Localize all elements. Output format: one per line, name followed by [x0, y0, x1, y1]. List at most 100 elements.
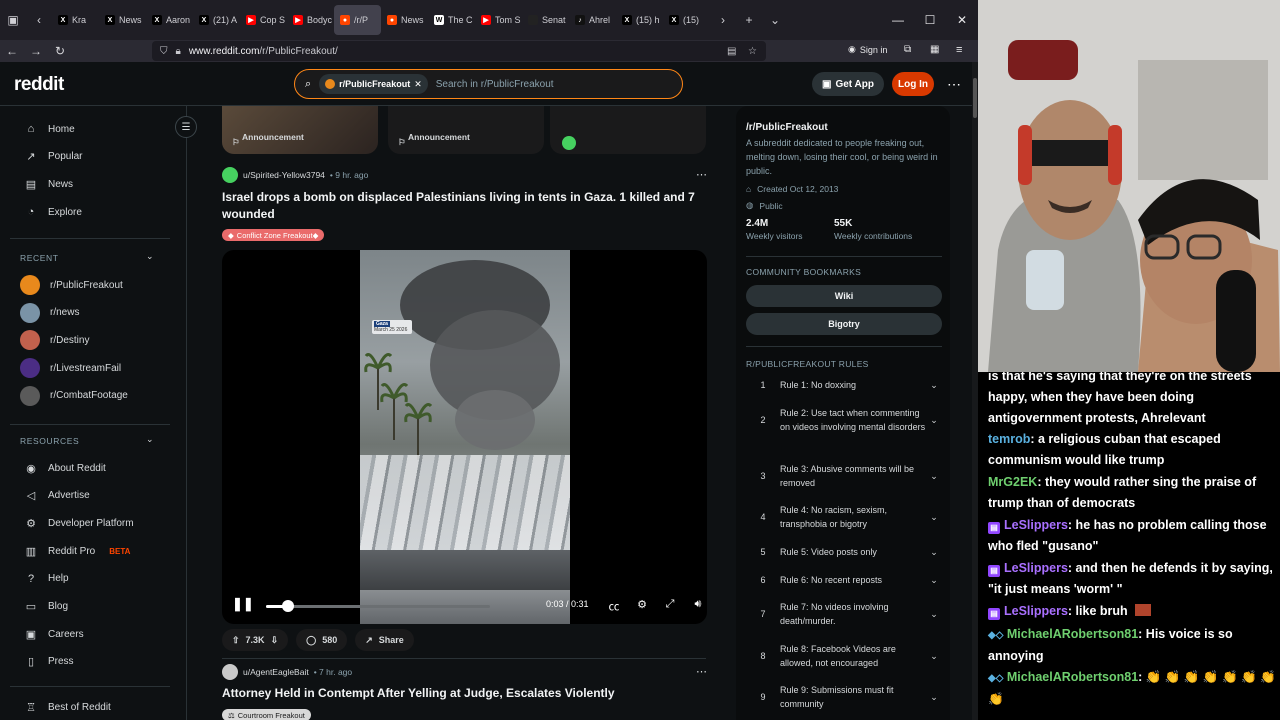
rule-item[interactable]: 9 Rule 9: Submissions must fit community ⌄: [746, 683, 942, 711]
expand-chevron-icon[interactable]: ⌄: [926, 607, 942, 621]
post-author[interactable]: u/Spirited-Yellow3794: [243, 170, 325, 180]
post-flair[interactable]: ⚖ Courtroom Freakout: [222, 709, 311, 720]
sidebar-item-best-of-reddit[interactable]: ♖ Best of Reddit: [24, 696, 111, 718]
rule-item[interactable]: 6 Rule 6: No recent reposts ⌄: [746, 573, 942, 587]
rule-item[interactable]: 3 Rule 3: Abusive comments will be remove…: [746, 462, 942, 490]
list-tabs-icon[interactable]: ⌄: [762, 5, 788, 35]
browser-tab[interactable]: ▶ Tom S: [475, 5, 522, 35]
expand-chevron-icon[interactable]: ⌄: [926, 378, 942, 392]
addon-icon[interactable]: ▦: [930, 44, 939, 55]
seek-bar[interactable]: [266, 600, 490, 612]
resource-item[interactable]: ? Help: [24, 568, 69, 590]
share-button[interactable]: ↗ Share: [355, 629, 414, 651]
reddit-logo[interactable]: reddit: [14, 74, 64, 96]
sidebar-item-home[interactable]: ⌂ Home: [24, 118, 75, 140]
collapse-sidebar-icon[interactable]: ☰: [175, 116, 197, 138]
resource-item[interactable]: ▯ Press: [24, 651, 74, 673]
browser-tab[interactable]: ● News: [381, 5, 428, 35]
extensions-icon[interactable]: ⧉: [904, 44, 911, 55]
post-options-icon[interactable]: ⋯: [696, 665, 707, 678]
recent-community-item[interactable]: r/PublicFreakout: [20, 274, 123, 296]
chat-username[interactable]: MichaelARobertson81: [1007, 627, 1138, 641]
fullscreen-icon[interactable]: ⤢: [662, 598, 678, 611]
browser-tab[interactable]: X (21) A: [193, 5, 240, 35]
browser-tab[interactable]: X (15) h: [616, 5, 663, 35]
rule-item[interactable]: 8 Rule 8: Facebook Videos are allowed, no…: [746, 642, 942, 670]
more-options-icon[interactable]: ⋯: [944, 72, 964, 96]
browser-tab[interactable]: ▶ Bodyc: [287, 5, 334, 35]
downvote-icon[interactable]: ⇩: [271, 635, 279, 646]
post-title[interactable]: Israel drops a bomb on displaced Palesti…: [222, 189, 702, 223]
announcement-card[interactable]: ⚐ Announcement: [388, 106, 544, 154]
rule-item[interactable]: 5 Rule 5: Video posts only ⌄: [746, 545, 942, 559]
back-icon[interactable]: ←: [0, 40, 24, 62]
close-window-icon[interactable]: ✕: [946, 0, 978, 40]
browser-tab[interactable]: ● /r/P: [334, 5, 381, 35]
browser-tab[interactable]: X Aaron: [146, 5, 193, 35]
rule-item[interactable]: 4 Rule 4: No racism, sexism, transphobia …: [746, 503, 942, 531]
seek-handle[interactable]: [282, 600, 295, 612]
forward-icon[interactable]: →: [24, 40, 48, 62]
browser-tab[interactable]: X (15): [663, 5, 710, 35]
expand-chevron-icon[interactable]: ⌄: [926, 573, 942, 587]
captions-icon[interactable]: ㏄: [606, 598, 622, 614]
recent-community-item[interactable]: r/LivestreamFail: [20, 357, 121, 379]
expand-chevron-icon[interactable]: ⌄: [926, 469, 942, 483]
video-player[interactable]: Gaza March 25 2026 ❚❚ 0:03 / 0:31 ㏄ ⚙ ⤢ …: [222, 250, 707, 624]
minimize-icon[interactable]: —: [882, 0, 914, 40]
expand-chevron-icon[interactable]: ⌄: [926, 510, 942, 524]
vote-button[interactable]: ⇧ 7.3K ⇩: [222, 629, 289, 651]
browser-tab[interactable]: X News: [99, 5, 146, 35]
log-in-button[interactable]: Log In: [892, 72, 934, 96]
post-author[interactable]: u/AgentEagleBait: [243, 667, 309, 677]
resource-item[interactable]: ◁ Advertise: [24, 485, 90, 507]
expand-chevron-icon[interactable]: ⌄: [926, 690, 942, 704]
scroll-tabs-left-icon[interactable]: ‹: [26, 5, 52, 35]
rule-item[interactable]: 7 Rule 7: No videos involving death/murde…: [746, 600, 942, 628]
browser-tab[interactable]: X Kra: [52, 5, 99, 35]
expand-chevron-icon[interactable]: ⌄: [926, 649, 942, 663]
new-tab-icon[interactable]: +: [736, 5, 762, 35]
sidebar-item-news[interactable]: ▤ News: [24, 173, 73, 195]
post-options-icon[interactable]: ⋯: [696, 168, 707, 181]
settings-icon[interactable]: ⚙: [634, 598, 650, 611]
browser-tab[interactable]: W The C: [428, 5, 475, 35]
browser-tab[interactable]: ♪ Ahrel: [569, 5, 616, 35]
volume-icon[interactable]: 🔊︎: [690, 598, 706, 611]
resource-item[interactable]: ▭ Blog: [24, 596, 68, 618]
recent-chevron-icon[interactable]: ⌄: [146, 251, 154, 262]
sidebar-item-popular[interactable]: ↗ Popular: [24, 146, 82, 168]
remove-chip-icon[interactable]: ✕: [414, 79, 422, 90]
chat-username[interactable]: temrob: [988, 432, 1030, 446]
announcement-card[interactable]: ⚐ Announcement: [222, 106, 378, 154]
scroll-tabs-right-icon[interactable]: ›: [710, 5, 736, 35]
pause-icon[interactable]: ❚❚: [232, 596, 254, 614]
chat-username[interactable]: LeSlippers: [1004, 561, 1068, 575]
search-input[interactable]: Search in r/PublicFreakout: [436, 79, 554, 90]
post-title[interactable]: Attorney Held in Contempt After Yelling …: [222, 685, 702, 702]
maximize-icon[interactable]: ☐: [914, 0, 946, 40]
recent-community-item[interactable]: r/Destiny: [20, 329, 89, 351]
bookmark-star-icon[interactable]: ☆: [748, 46, 757, 57]
rule-item[interactable]: 2 Rule 2: Use tact when commenting on vid…: [746, 406, 942, 434]
address-bar[interactable]: ⛉ 🔒︎ www.reddit.com/r/PublicFreakout/ ▤ …: [152, 41, 766, 61]
resources-chevron-icon[interactable]: ⌄: [146, 434, 154, 445]
upvote-icon[interactable]: ⇧: [232, 635, 240, 646]
get-app-button[interactable]: ▣ Get App: [812, 72, 884, 96]
avatar[interactable]: [222, 167, 238, 183]
rule-item[interactable]: 1 Rule 1: No doxxing ⌄: [746, 378, 942, 392]
announcement-card[interactable]: [550, 106, 706, 154]
sign-in-button[interactable]: ◉ Sign in: [848, 44, 887, 55]
avatar[interactable]: [222, 664, 238, 680]
tab-overview-icon[interactable]: ▣: [0, 5, 26, 35]
reload-icon[interactable]: ↻: [48, 40, 72, 62]
resource-item[interactable]: ▣ Careers: [24, 623, 84, 645]
resource-item[interactable]: ⚙ Developer Platform: [24, 512, 134, 534]
post-flair[interactable]: ◆ Conflict Zone Freakout ◆: [222, 229, 325, 241]
browser-tab[interactable]: ▶ Cop S: [240, 5, 287, 35]
expand-chevron-icon[interactable]: ⌄: [926, 545, 942, 559]
search-bar[interactable]: ⌕ r/PublicFreakout ✕ Search in r/PublicF…: [294, 69, 683, 99]
sidebar-item-explore[interactable]: ◔ Explore: [24, 201, 82, 223]
reader-view-icon[interactable]: ▤: [727, 46, 736, 57]
resource-item[interactable]: ◉ About Reddit: [24, 457, 106, 479]
